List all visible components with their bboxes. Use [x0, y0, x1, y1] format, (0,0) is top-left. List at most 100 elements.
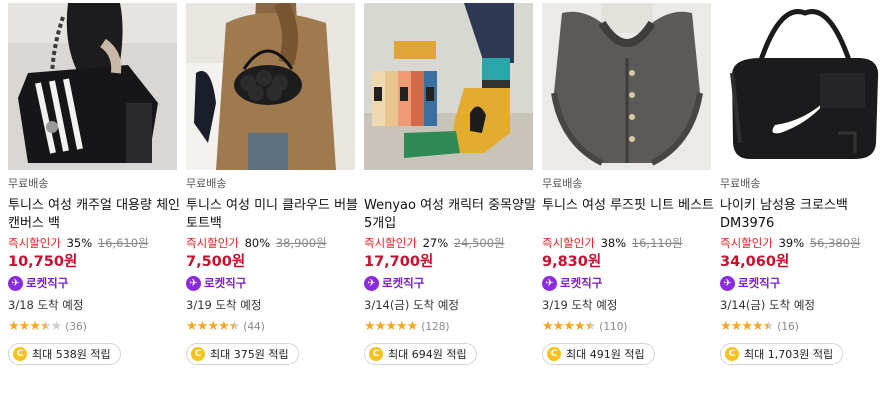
product-name[interactable]: 나이키 남성용 크로스백 DM3976 [720, 197, 892, 233]
product-name[interactable]: Wenyao 여성 캐릭터 중목양말 5개입 [364, 197, 536, 233]
star-icon: ★ [186, 319, 198, 334]
star-icon: ★ [751, 319, 764, 334]
star-icon: ★ [542, 319, 554, 334]
original-price: 24,500원 [453, 236, 505, 250]
sale-price: 17,700원 [364, 254, 434, 270]
star-rating-icon: ★★★★★ [364, 317, 419, 337]
product-name[interactable]: 투니스 여성 캐주얼 대용량 체인 캔버스 백 [8, 197, 180, 233]
star-icon: ★ [228, 319, 241, 334]
rocket-label: 로켓직구 [382, 276, 425, 290]
coin-icon: C [13, 347, 27, 361]
product-image[interactable] [720, 3, 889, 170]
rocket-label: 로켓직구 [560, 276, 603, 290]
rating: ★★★★★ (16) [720, 317, 892, 337]
reward-text: 최대 694원 적립 [388, 348, 467, 361]
star-icon: ★ [563, 319, 575, 334]
discount-line: 즉시할인가 27% 24,500원 [364, 235, 536, 251]
rating: ★★★★★ (110) [542, 317, 714, 337]
free-shipping-label: 무료배송 [542, 177, 583, 190]
reward-text: 최대 491원 적립 [566, 348, 645, 361]
product-card[interactable]: 무료배송 투니스 여성 미니 클라우드 버블 토트백 즉시할인가 80% 38,… [186, 0, 358, 405]
discount-line: 즉시할인가 38% 16,110원 [542, 235, 714, 251]
rocket-icon: ✈ [364, 275, 379, 291]
product-card[interactable]: 무료배송 투니스 여성 캐주얼 대용량 체인 캔버스 백 즉시할인가 35% 1… [8, 0, 180, 405]
discount-label: 즉시할인가 [8, 236, 61, 250]
star-icon: ★ [762, 319, 775, 334]
rocket-label: 로켓직구 [26, 276, 69, 290]
product-name[interactable]: 투니스 여성 루즈핏 니트 베스트 [542, 197, 714, 233]
product-row: 무료배송 투니스 여성 캐주얼 대용량 체인 캔버스 백 즉시할인가 35% 1… [0, 0, 893, 405]
discount-line: 즉시할인가 39% 56,380원 [720, 235, 892, 251]
discount-label: 즉시할인가 [542, 236, 595, 250]
rating: ★★★★★ (36) [8, 317, 180, 337]
free-shipping-label: 무료배송 [720, 177, 761, 190]
discount-percent: 27% [422, 236, 449, 250]
arrival-date: 3/14(금) 도착 예정 [720, 298, 816, 312]
star-icon: ★ [584, 319, 597, 334]
discount-percent: 35% [66, 236, 93, 250]
reward-badge: C 최대 538원 적립 [8, 343, 121, 365]
coin-icon: C [369, 347, 383, 361]
rocket-label: 로켓직구 [204, 276, 247, 290]
star-icon: ★ [395, 319, 408, 334]
star-icon: ★ [406, 319, 419, 334]
star-rating-icon: ★★★★★ [720, 317, 775, 337]
sale-price: 7,500원 [186, 254, 246, 270]
sale-price: 10,750원 [8, 254, 78, 270]
star-rating-icon: ★★★★★ [8, 317, 62, 337]
original-price: 16,110원 [631, 236, 683, 250]
discount-line: 즉시할인가 35% 16,610원 [8, 235, 180, 251]
rocket-icon: ✈ [8, 275, 23, 291]
product-card[interactable]: 무료배송 나이키 남성용 크로스백 DM3976 즉시할인가 39% 56,38… [720, 0, 889, 405]
star-icon: ★ [730, 319, 743, 334]
arrival-date: 3/19 도착 예정 [542, 298, 618, 312]
review-count: (128) [421, 321, 450, 333]
product-name[interactable]: 투니스 여성 미니 클라우드 버블 토트백 [186, 197, 358, 233]
original-price: 56,380원 [809, 236, 861, 250]
product-card[interactable]: Wenyao 여성 캐릭터 중목양말 5개입 즉시할인가 27% 24,500원… [364, 0, 536, 405]
star-icon: ★ [18, 319, 31, 334]
star-icon: ★ [364, 319, 376, 334]
coin-icon: C [547, 347, 561, 361]
star-icon: ★ [29, 319, 41, 334]
product-image[interactable] [8, 3, 177, 170]
star-icon: ★ [385, 319, 397, 334]
reward-badge: C 최대 694원 적립 [364, 343, 477, 365]
star-icon: ★ [374, 319, 387, 334]
star-icon: ★ [196, 319, 209, 334]
product-card[interactable]: 무료배송 투니스 여성 루즈핏 니트 베스트 즉시할인가 38% 16,110원… [542, 0, 714, 405]
arrival-date: 3/18 도착 예정 [8, 298, 84, 312]
free-shipping-label: 무료배송 [8, 177, 49, 190]
arrival-date: 3/14(금) 도착 예정 [364, 298, 460, 312]
reward-text: 최대 375원 적립 [210, 348, 289, 361]
rocket-direct-badge: ✈ 로켓직구 [186, 273, 358, 293]
star-icon: ★ [573, 319, 586, 334]
star-rating-icon: ★★★★★ [542, 317, 597, 337]
star-icon: ★ [217, 319, 230, 334]
original-price: 38,900원 [275, 236, 327, 250]
reward-badge: C 최대 375원 적립 [186, 343, 299, 365]
rocket-direct-badge: ✈ 로켓직구 [364, 273, 536, 293]
star-icon: ★ [720, 319, 732, 334]
star-icon: ★ [207, 319, 219, 334]
rocket-icon: ✈ [720, 275, 735, 291]
free-shipping-label [364, 175, 536, 193]
coin-icon: C [191, 347, 205, 361]
product-image[interactable] [542, 3, 711, 170]
product-image[interactable] [186, 3, 355, 170]
star-icon: ★ [741, 319, 753, 334]
review-count: (44) [243, 321, 265, 333]
discount-label: 즉시할인가 [720, 236, 773, 250]
reward-badge: C 최대 491원 적립 [542, 343, 655, 365]
discount-line: 즉시할인가 80% 38,900원 [186, 235, 358, 251]
reward-text: 최대 538원 적립 [32, 348, 111, 361]
rocket-direct-badge: ✈ 로켓직구 [8, 273, 180, 293]
sale-price: 34,060원 [720, 254, 790, 270]
rocket-direct-badge: ✈ 로켓직구 [720, 273, 892, 293]
rocket-icon: ✈ [186, 275, 201, 291]
free-shipping-label: 무료배송 [186, 177, 227, 190]
sale-price: 9,830원 [542, 254, 602, 270]
product-image[interactable] [364, 3, 533, 170]
rocket-label: 로켓직구 [738, 276, 781, 290]
reward-badge: C 최대 1,703원 적립 [720, 343, 844, 365]
